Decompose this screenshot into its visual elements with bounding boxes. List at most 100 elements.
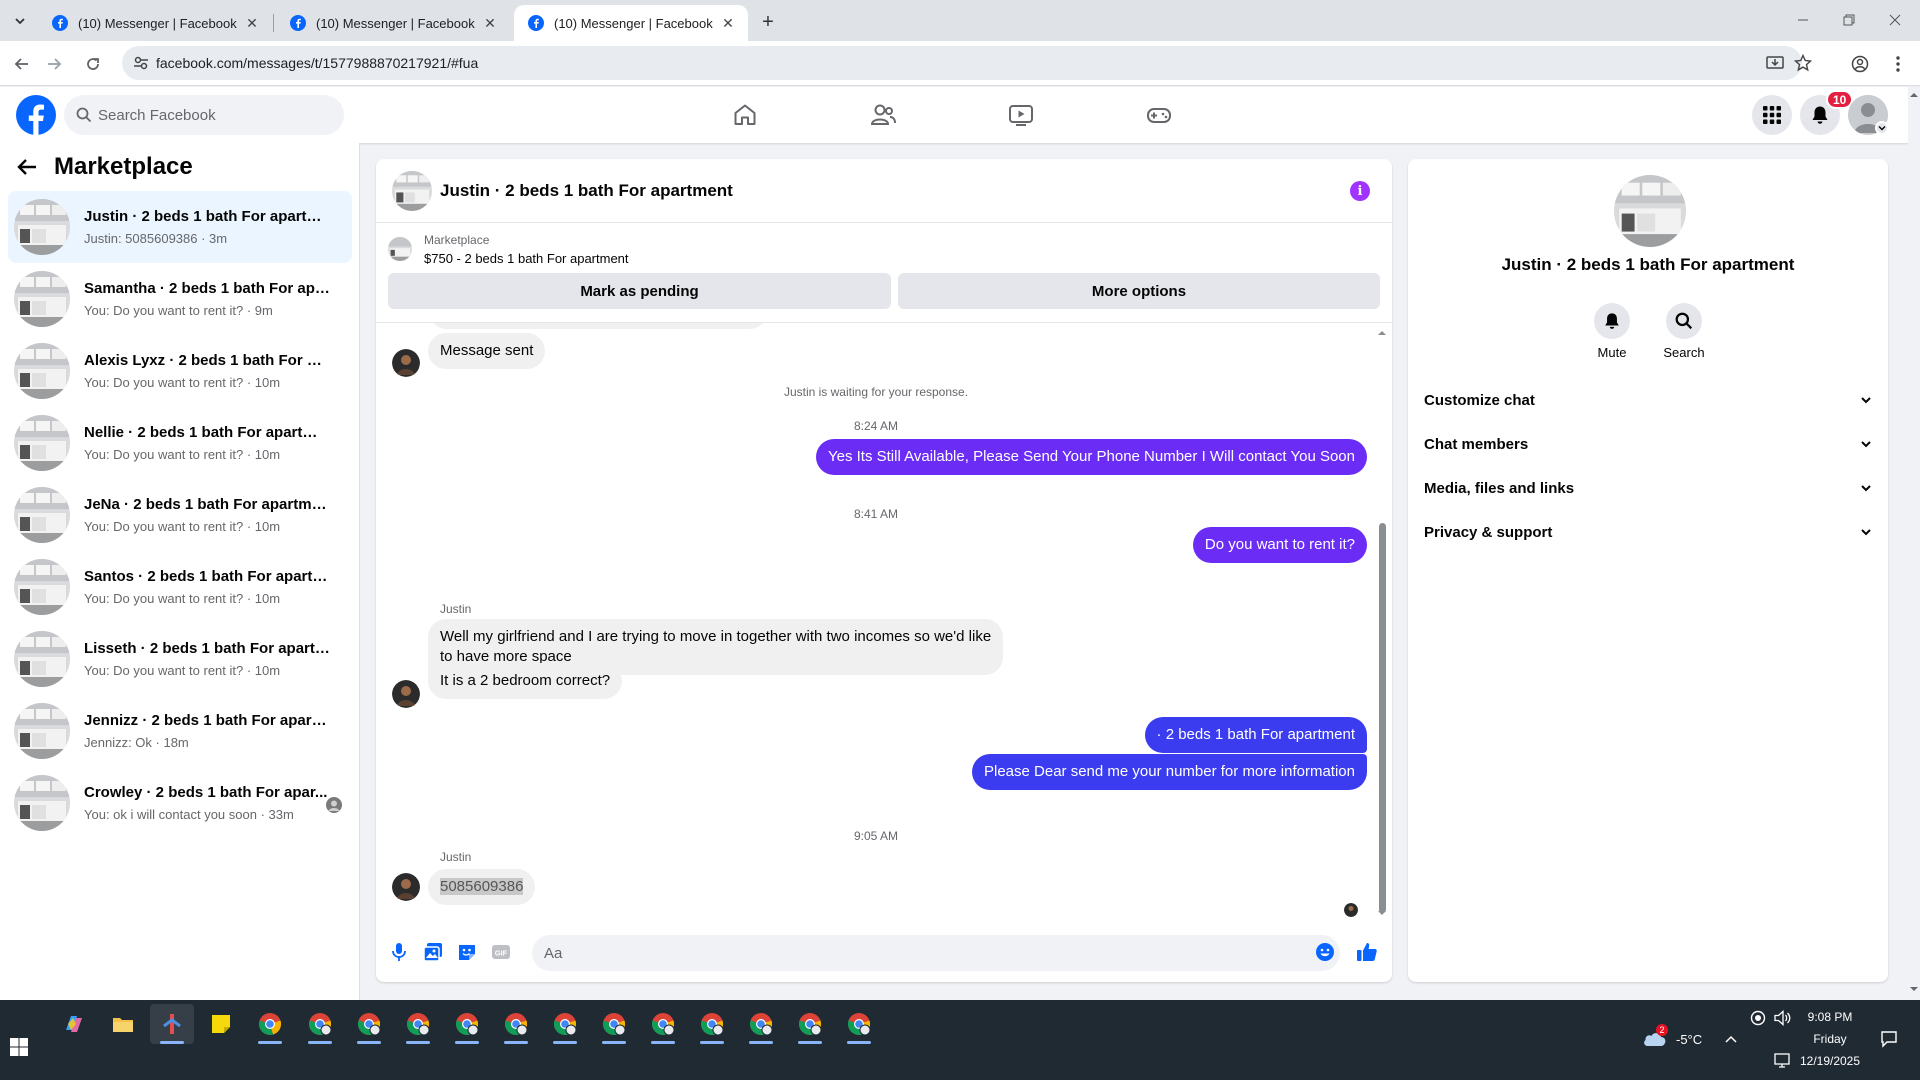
conversation-item-alexis[interactable]: Alexis Lyxz · 2 beds 1 bath For apar... …	[8, 335, 352, 407]
clock-time[interactable]: 9:08 PM	[1790, 1010, 1870, 1024]
facebook-search-input[interactable]	[98, 95, 328, 135]
chat-title[interactable]: Justin · 2 beds 1 bath For apartment	[440, 181, 733, 201]
show-hidden-icons-button[interactable]	[1724, 1032, 1738, 1046]
close-tab-icon[interactable]: ✕	[242, 13, 262, 33]
menu-grid-button[interactable]	[1752, 95, 1792, 135]
page-scrollbar[interactable]	[1908, 87, 1920, 1000]
taskbar-sticky-notes[interactable]	[199, 1004, 243, 1044]
mute-action[interactable]: Mute	[1572, 303, 1652, 360]
weather-widget[interactable]: 2	[1642, 1024, 1668, 1048]
sender-avatar[interactable]	[392, 349, 420, 377]
reload-button[interactable]	[79, 50, 107, 78]
chat-thumbnail[interactable]	[392, 171, 432, 211]
taskbar-chrome-12[interactable]	[788, 1004, 832, 1044]
bookmark-star-icon[interactable]	[1794, 54, 1812, 72]
browser-tab-3-active[interactable]: (10) Messenger | Facebook ✕	[514, 5, 748, 41]
conversation-item-nellie[interactable]: Nellie · 2 beds 1 bath For apartment You…	[8, 407, 352, 479]
message-input[interactable]	[532, 935, 1340, 971]
message-bubble-outgoing[interactable]: · 2 beds 1 bath For apartment	[1144, 717, 1367, 753]
conversation-item-justin[interactable]: Justin · 2 beds 1 bath For apartment Jus…	[8, 191, 352, 263]
listing-price-title[interactable]: $750 - 2 beds 1 bath For apartment	[424, 251, 629, 266]
taskbar-app-active[interactable]	[150, 1004, 194, 1044]
taskbar-chrome-10[interactable]	[690, 1004, 734, 1044]
nav-home[interactable]	[690, 91, 800, 139]
conversation-item-lisseth[interactable]: Lisseth · 2 beds 1 bath For apartme... Y…	[8, 623, 352, 695]
taskbar-chrome-1[interactable]	[248, 1004, 292, 1044]
notification-center-button[interactable]	[1880, 1030, 1898, 1048]
browser-menu-icon[interactable]	[1884, 50, 1912, 78]
tab-search-button[interactable]	[7, 9, 33, 33]
more-options-button[interactable]: More options	[898, 273, 1380, 309]
message-bubble-outgoing[interactable]: Do you want to rent it?	[1192, 527, 1367, 563]
scrollbar-thumb[interactable]	[1379, 523, 1386, 913]
selected-phone-number[interactable]: 5085609386	[440, 878, 524, 895]
nav-friends[interactable]	[828, 91, 938, 139]
taskbar-chrome-13[interactable]	[837, 1004, 881, 1044]
forward-button[interactable]	[40, 50, 68, 78]
emoji-icon[interactable]	[1314, 941, 1336, 963]
info-icon[interactable]: i	[1350, 181, 1370, 201]
mark-as-pending-button[interactable]: Mark as pending	[388, 273, 891, 309]
bell-icon[interactable]	[1594, 303, 1630, 339]
taskbar-chrome-4[interactable]	[396, 1004, 440, 1044]
customize-chat-section[interactable]: Customize chat	[1424, 382, 1872, 418]
taskbar-chrome-9[interactable]	[641, 1004, 685, 1044]
message-bubble-outgoing[interactable]: Please Dear send me your number for more…	[971, 754, 1367, 790]
minimize-window-button[interactable]	[1780, 0, 1826, 40]
back-arrow-icon[interactable]	[16, 156, 38, 178]
message-bubble-incoming[interactable]: 5085609386	[428, 869, 536, 905]
conversation-item-jennizz[interactable]: Jennizz · 2 beds 1 bath For apartm... Je…	[8, 695, 352, 767]
close-tab-icon[interactable]: ✕	[480, 13, 500, 33]
conversation-item-jena[interactable]: JeNa · 2 beds 1 bath For apartment You: …	[8, 479, 352, 551]
conversation-item-samantha[interactable]: Samantha · 2 beds 1 bath For apar... You…	[8, 263, 352, 335]
nav-gaming[interactable]	[1104, 91, 1214, 139]
taskbar-file-explorer[interactable]	[101, 1004, 145, 1044]
nav-video[interactable]	[966, 91, 1076, 139]
taskbar-chrome-2[interactable]	[298, 1004, 342, 1044]
taskbar-chrome-7[interactable]	[543, 1004, 587, 1044]
account-chevron-icon[interactable]	[1875, 121, 1889, 135]
search-action[interactable]: Search	[1644, 303, 1724, 360]
conversation-item-crowley[interactable]: Crowley · 2 beds 1 bath For apar... You:…	[8, 767, 352, 839]
photo-icon[interactable]	[422, 941, 444, 963]
message-bubble-incoming[interactable]: It is a 2 bedroom correct?	[428, 663, 623, 699]
profile-icon[interactable]	[1846, 50, 1874, 78]
address-bar[interactable]: facebook.com/messages/t/1577988870217921…	[122, 46, 1812, 80]
conversation-title: JeNa · 2 beds 1 bath For apartment	[84, 496, 330, 513]
taskbar-chrome-3[interactable]	[347, 1004, 391, 1044]
back-button[interactable]	[8, 50, 36, 78]
sticker-icon[interactable]	[456, 941, 478, 963]
message-composer: GIF	[376, 923, 1392, 982]
new-tab-button[interactable]: +	[755, 9, 781, 35]
gif-icon[interactable]: GIF	[490, 941, 512, 963]
facebook-search-box[interactable]	[64, 95, 344, 135]
microphone-icon[interactable]	[388, 941, 410, 963]
taskbar-chrome-8[interactable]	[592, 1004, 636, 1044]
facebook-logo-icon[interactable]	[16, 95, 56, 135]
sender-avatar[interactable]	[392, 873, 420, 901]
close-tab-icon[interactable]: ✕	[718, 13, 738, 33]
thumbs-up-icon[interactable]	[1356, 941, 1378, 963]
conversation-item-santos[interactable]: Santos · 2 beds 1 bath For apartme... Yo…	[8, 551, 352, 623]
chat-members-section[interactable]: Chat members	[1424, 426, 1872, 462]
conversation-photo	[1614, 175, 1686, 247]
message-bubble-outgoing[interactable]: Yes Its Still Available, Please Send You…	[815, 439, 1367, 475]
install-app-icon[interactable]	[1766, 54, 1784, 72]
browser-tab-2[interactable]: (10) Messenger | Facebook ✕	[276, 5, 510, 41]
taskbar-chrome-11[interactable]	[739, 1004, 783, 1044]
close-window-button[interactable]	[1872, 0, 1918, 40]
location-icon[interactable]	[1750, 1010, 1766, 1026]
media-files-links-section[interactable]: Media, files and links	[1424, 470, 1872, 506]
privacy-support-section[interactable]: Privacy & support	[1424, 514, 1872, 550]
message-scrollbar[interactable]	[1376, 329, 1388, 917]
site-info-icon[interactable]	[132, 54, 150, 72]
windows-start-button[interactable]	[10, 1038, 28, 1056]
message-bubble-incoming[interactable]: Message sent	[428, 333, 546, 369]
browser-tab-1[interactable]: (10) Messenger | Facebook ✕	[38, 5, 272, 41]
search-icon[interactable]	[1666, 303, 1702, 339]
sender-avatar[interactable]	[392, 680, 420, 708]
taskbar-chrome-6[interactable]	[494, 1004, 538, 1044]
taskbar-copilot[interactable]	[52, 1004, 96, 1044]
taskbar-chrome-5[interactable]	[445, 1004, 489, 1044]
restore-window-button[interactable]	[1826, 0, 1872, 40]
